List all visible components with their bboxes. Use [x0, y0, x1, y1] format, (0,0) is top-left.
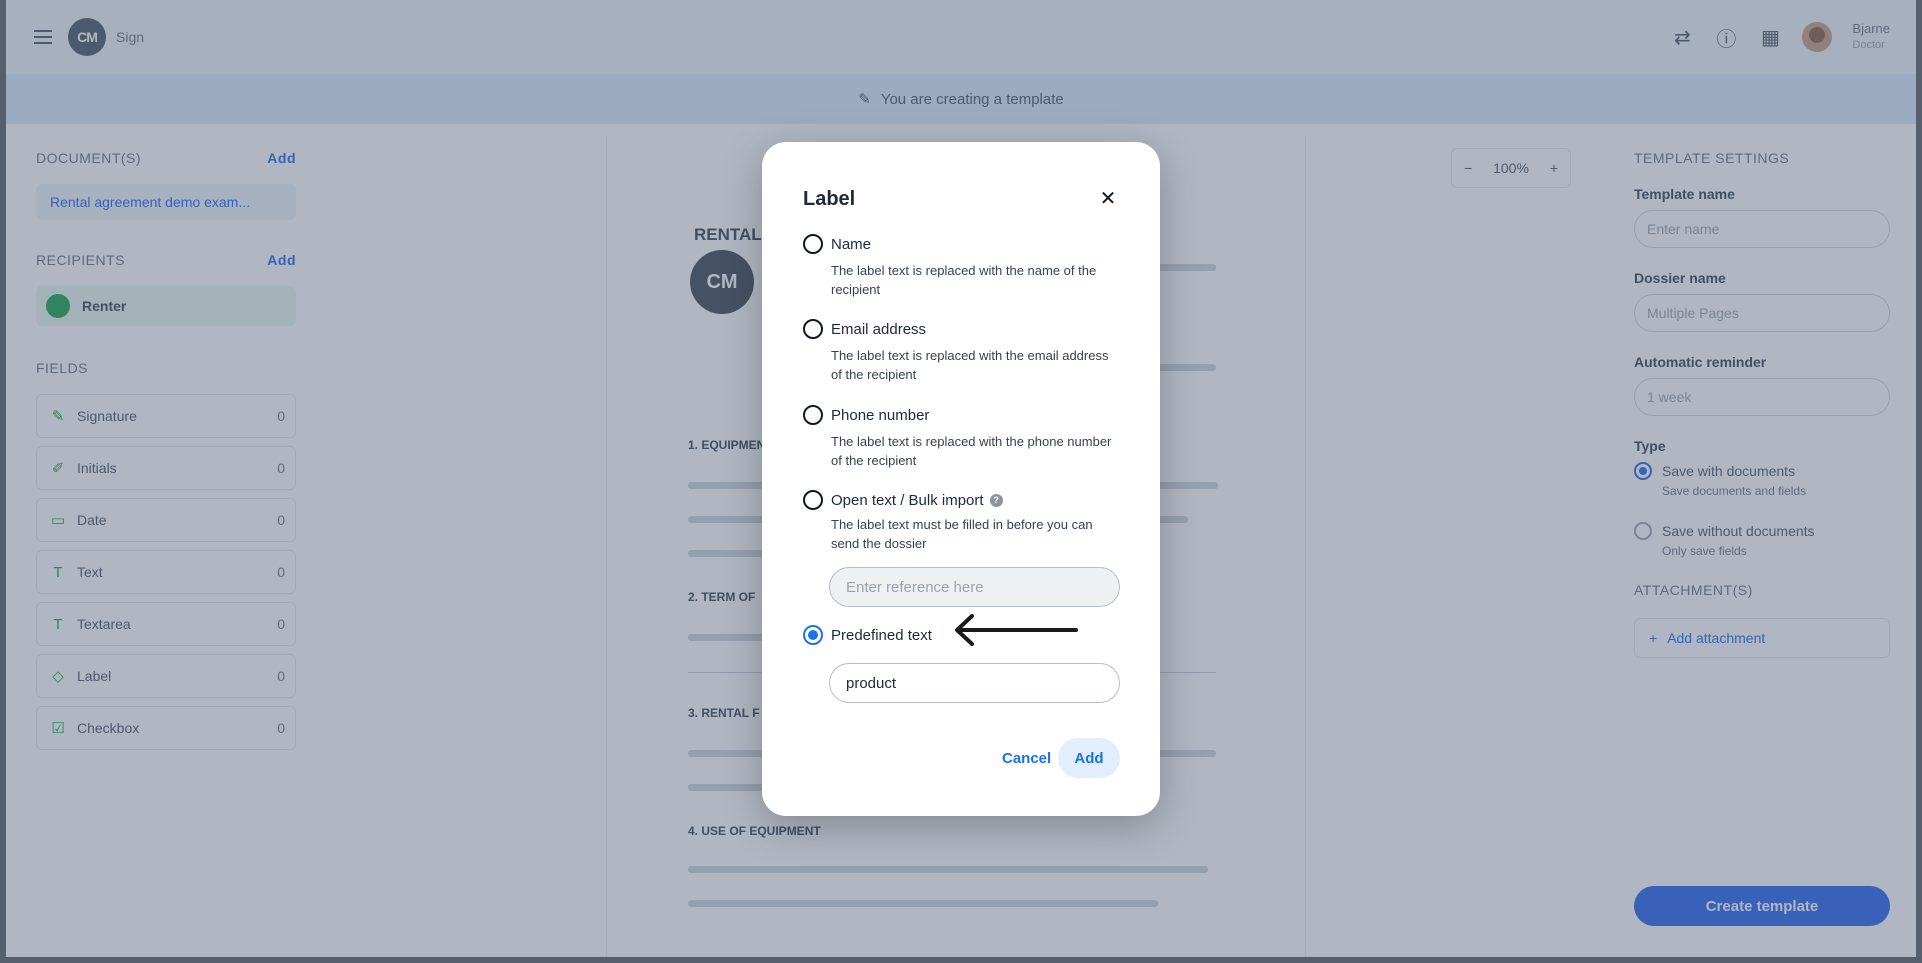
option-description: The label text is replaced with the phon…	[831, 434, 1112, 468]
radio-name[interactable]	[803, 234, 823, 254]
option-label: Email address	[831, 320, 927, 338]
option-email-address[interactable]: Email address The label text is replaced…	[803, 318, 1123, 384]
radio-open-text[interactable]	[803, 490, 823, 510]
radio-email-address[interactable]	[803, 319, 823, 339]
question-icon[interactable]: ?	[989, 493, 1003, 507]
option-label: Name	[831, 235, 872, 253]
option-phone-number[interactable]: Phone number The label text is replaced …	[803, 404, 1123, 470]
predefined-text-input[interactable]: product	[829, 663, 1120, 703]
cancel-button[interactable]: Cancel	[996, 738, 1057, 778]
reference-input[interactable]: Enter reference here	[829, 567, 1120, 607]
option-description: The label text is replaced with the emai…	[831, 348, 1109, 382]
radio-predefined-text[interactable]	[803, 625, 823, 645]
label-dialog: Label ✕ Name The label text is replaced …	[762, 142, 1160, 816]
option-open-text[interactable]: Open text / Bulk import ? The label text…	[803, 489, 1123, 553]
option-label: Phone number	[831, 406, 930, 424]
arrow-annotation-icon	[955, 614, 1078, 646]
dialog-title: Label	[803, 188, 856, 210]
option-description: The label text is replaced with the name…	[831, 263, 1097, 297]
add-button[interactable]: Add	[1058, 738, 1120, 778]
close-icon[interactable]: ✕	[1096, 186, 1120, 210]
option-description: The label text must be filled in before …	[831, 517, 1093, 551]
radio-phone-number[interactable]	[803, 405, 823, 425]
option-label: Predefined text	[831, 626, 932, 644]
option-name[interactable]: Name The label text is replaced with the…	[803, 233, 1123, 299]
option-label: Open text / Bulk import	[831, 491, 984, 509]
